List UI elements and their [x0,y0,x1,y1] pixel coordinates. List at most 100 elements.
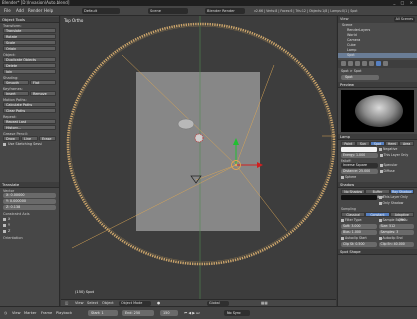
timeline-menu-frame[interactable]: Frame [41,310,52,316]
end-frame-field[interactable]: End: 250 [122,310,154,316]
object-tab-icon[interactable] [362,61,367,66]
delete-button[interactable]: Delete [3,63,56,68]
outliner-display-mode[interactable]: All Scenes [393,17,415,22]
lamp-type-spot[interactable]: Spot [370,141,385,146]
clip-end-field[interactable]: Clip En: 40.000 [378,242,414,247]
timeline-editor-icon[interactable]: ◷ [4,310,7,316]
panel-spot-shape-header[interactable]: Spot Shape [338,249,417,255]
only-shadow-checkbox[interactable]: Only Shadow [379,201,415,206]
playback-controls[interactable]: ⏮ ◀ ▶ ⏭ [184,310,199,316]
draw-button[interactable]: Draw [3,136,20,141]
scene-tab-icon[interactable] [348,61,353,66]
render-tab-icon[interactable] [341,61,346,66]
origin-button[interactable]: Origin [3,46,56,51]
rotate-button[interactable]: Rotate [3,34,56,39]
y-arrow-head[interactable] [233,138,239,145]
vector-y-field[interactable]: Y: 0.000000 [3,199,56,204]
this-layer-only-checkbox[interactable]: This Layer Only [380,153,415,158]
duplicate-objects-button[interactable]: Duplicate Objects [3,57,56,62]
start-frame-field[interactable]: Start: 1 [88,310,118,316]
line-button[interactable]: Line [21,136,38,141]
world-tab-icon[interactable] [355,61,360,66]
camera-triangle[interactable] [190,175,202,184]
falloff-selector[interactable]: Inverse Square [341,163,378,168]
current-frame-field[interactable]: 150 [160,310,178,316]
tool-shelf: Object Tools Transform: Translate Rotate… [0,16,60,306]
timeline-menu-marker[interactable]: Marker [24,310,36,316]
lamp-type-area[interactable]: Area [399,141,414,146]
sync-mode-selector[interactable]: No Sync [224,310,250,316]
scene-selector[interactable]: Scene [148,8,188,14]
vector-z-field[interactable]: Z: 0.138 [3,205,56,210]
vector-x-field[interactable]: X: 0.00000 [3,193,56,198]
texture-tab-icon[interactable] [383,61,388,66]
constraints-tab-icon[interactable] [369,61,374,66]
3d-viewport[interactable]: Top Ortho (150) Spot [61,16,336,299]
autoclip-end-checkbox[interactable]: Autoclip End [379,236,415,241]
distance-field[interactable]: Distance: 25.000 [341,169,378,174]
panel-shadow-header[interactable]: Shadow [338,182,417,188]
constraint-y-checkbox[interactable]: Y [3,223,56,228]
spot-cone-edge [121,54,237,166]
translate-button[interactable]: Translate [3,28,56,33]
sphere-checkbox[interactable]: Sphere [341,175,414,180]
bias-field[interactable]: Bias: 1.000 [341,230,377,235]
sampling-constant[interactable]: Constant [365,212,390,217]
samples-field[interactable]: Samples: 3 [378,230,414,235]
shadow-type-ray[interactable]: Ray Shadow [389,189,414,194]
remove-keyframe-button[interactable]: Remove [30,91,56,96]
history-button[interactable]: History... [3,125,56,130]
outliner-menu-view[interactable]: View [340,17,349,21]
flat-button[interactable]: Flat [30,80,56,85]
preview-spot-light [355,95,403,127]
lamp-name-field[interactable]: Spot [341,75,379,80]
smooth-button[interactable]: Smooth [3,80,29,85]
sampling-label: Sampling [341,207,356,211]
shadow-color-swatch[interactable] [341,195,377,200]
size-field[interactable]: Size: 512 [378,224,414,229]
diffuse-checkbox[interactable]: Diffuse [380,169,415,174]
menu-file[interactable]: File [4,8,11,14]
panel-preview-header[interactable]: Preview [338,82,417,88]
soft-field[interactable]: Soft: 3.000 [341,224,377,229]
erase-button[interactable]: Erase [39,136,56,141]
insert-keyframe-button[interactable]: Insert [3,91,29,96]
lamp-color-swatch[interactable] [341,147,377,152]
constraint-x-checkbox[interactable]: X [3,217,56,222]
mesh-object[interactable] [177,118,195,130]
shadow-this-layer-checkbox[interactable]: This Layer Only [379,195,414,200]
outliner-row-spot[interactable]: Spot [338,53,417,58]
shadow-type-buffer[interactable]: Buffer Shadow [365,189,390,199]
sampling-adaptive[interactable]: Adaptive QMC [389,212,414,222]
negative-checkbox[interactable]: Negative [379,147,414,152]
sampling-classical[interactable]: Classical [341,212,366,217]
clear-paths-button[interactable]: Clear Paths [3,108,56,113]
energy-field[interactable]: Energy: 1.000 [341,153,378,158]
3d-cursor[interactable] [194,133,204,143]
lamp-data-tab-icon[interactable] [376,61,381,66]
render-engine-selector[interactable]: Blender Render [205,8,245,14]
x-arrow-head[interactable] [257,162,263,168]
timeline-menu-view[interactable]: View [12,310,21,316]
specular-checkbox[interactable]: Specular [380,163,415,168]
autoclip-start-checkbox[interactable]: Autoclip Start [341,236,377,241]
screen-layout-selector[interactable]: Default [82,8,120,14]
scale-button[interactable]: Scale [3,40,56,45]
outliner-header: View All Scenes [338,16,417,23]
timeline-menu-playback[interactable]: Playback [56,310,72,316]
join-button[interactable]: Join [3,69,56,74]
use-sketching-checkbox[interactable]: Use Sketching Sessi [3,142,56,147]
lamp-type-hemi[interactable]: Hemi [384,141,400,146]
menu-render[interactable]: Render [28,8,42,14]
lamp-type-sun[interactable]: Sun [355,141,371,146]
panel-lamp-header[interactable]: Lamp [338,134,417,140]
calculate-paths-button[interactable]: Calculate Paths [3,102,56,107]
shadow-type-none[interactable]: No Shadow [341,189,366,194]
repeat-last-button[interactable]: Repeat Last [3,119,56,124]
menu-add[interactable]: Add [16,8,24,14]
clip-start-field[interactable]: Clip St: 0.500 [341,242,377,247]
constraint-z-checkbox[interactable]: Z [3,229,56,234]
lamp-type-point[interactable]: Point [341,141,356,146]
shadow-type-selector: No Shadow Buffer Shadow Ray Shadow [341,189,414,199]
menu-help[interactable]: Help [44,8,53,14]
